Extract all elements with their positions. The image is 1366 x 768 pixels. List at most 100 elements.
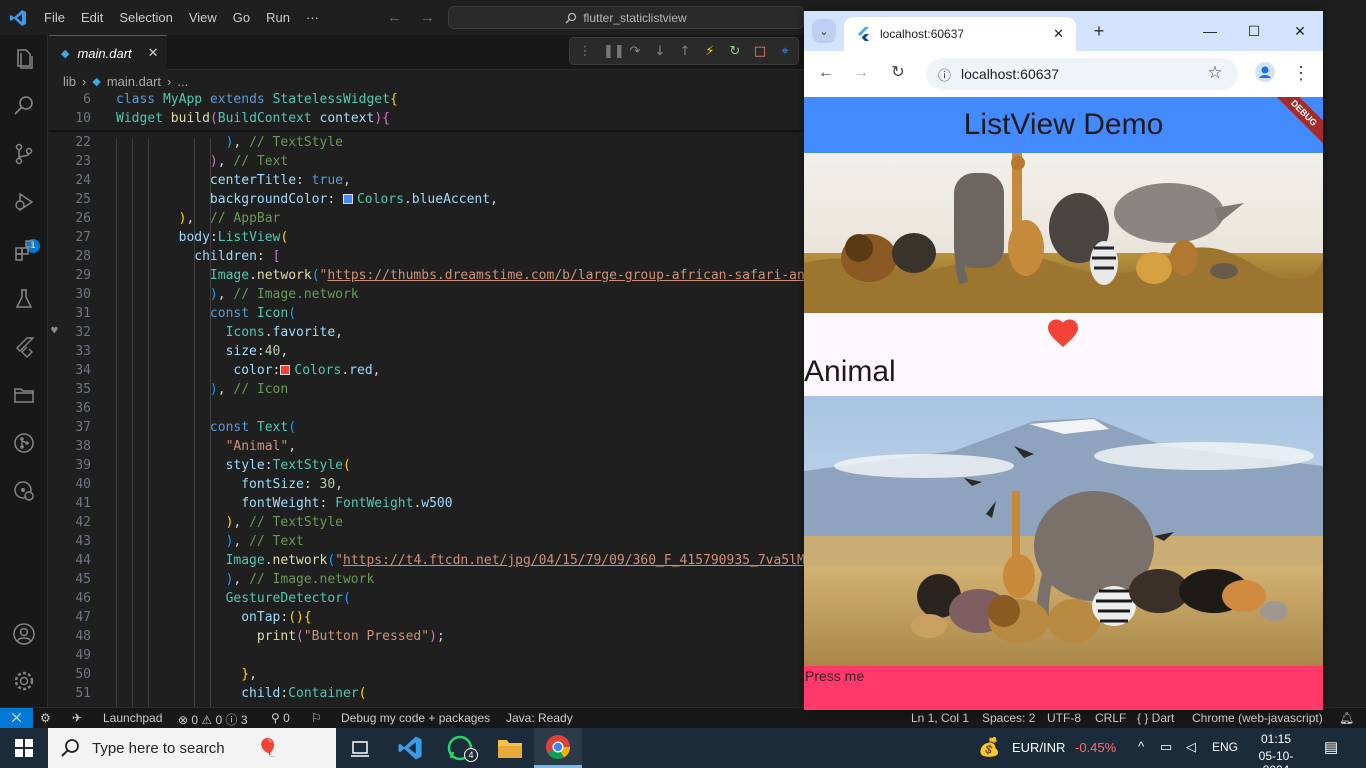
breadcrumb-file[interactable]: main.dart xyxy=(107,74,161,89)
code-line[interactable]: 50 }, xyxy=(49,665,804,684)
step-into-icon[interactable]: ↓ xyxy=(653,44,667,59)
bookmark-star-icon[interactable]: ☆ xyxy=(1204,62,1226,84)
chrome-menu-icon[interactable]: ⋮ xyxy=(1290,62,1312,84)
code-line[interactable]: 40 fontSize: 30, xyxy=(49,475,804,494)
code-line[interactable]: 41 fontWeight: FontWeight.w500 xyxy=(49,494,804,513)
code-line[interactable]: 27 body:ListView( xyxy=(49,228,804,247)
clock-date[interactable]: 05-10-2024 xyxy=(1247,749,1305,768)
currency-pair[interactable]: EUR/INR xyxy=(1012,740,1065,755)
vscode-taskbar-icon[interactable] xyxy=(386,728,434,768)
code-line[interactable]: 33 size:40, xyxy=(49,342,804,361)
close-tab-icon[interactable]: ✕ xyxy=(1053,26,1064,42)
code-line[interactable]: 29 Image.network("https://thumbs.dreamst… xyxy=(49,266,812,285)
language-mode[interactable]: { } Dart xyxy=(1137,711,1174,725)
account-icon[interactable] xyxy=(10,620,38,648)
address-bar[interactable]: ⓘ localhost:60637 xyxy=(926,58,1238,90)
git-graph-icon[interactable] xyxy=(10,429,38,457)
clock-time[interactable]: 01:15 xyxy=(1250,732,1302,746)
code-line[interactable]: 39 style:TextStyle( xyxy=(49,456,804,475)
code-line[interactable]: 51 child:Container( xyxy=(49,684,804,703)
press-me-button[interactable]: Press me xyxy=(804,666,1323,710)
menu-file[interactable]: File xyxy=(36,0,73,35)
chrome-taskbar-icon[interactable] xyxy=(534,728,582,768)
menu-run[interactable]: Run xyxy=(258,0,298,35)
tab-search-icon[interactable]: ⌄ xyxy=(812,19,836,43)
code-line[interactable]: 24 centerTitle: true, xyxy=(49,171,804,190)
code-line[interactable]: 38 "Animal", xyxy=(49,437,804,456)
code-line[interactable]: 30 ), // Image.network xyxy=(49,285,804,304)
encoding[interactable]: UTF-8 xyxy=(1047,711,1081,725)
reload-icon[interactable]: ↻ xyxy=(887,62,909,84)
menu-more[interactable]: ··· xyxy=(298,0,327,35)
file-explorer-taskbar-icon[interactable] xyxy=(486,728,534,768)
menu-view[interactable]: View xyxy=(181,0,225,35)
code-line[interactable]: 47 onTap:(){ xyxy=(49,608,804,627)
whatsapp-taskbar-icon[interactable]: 4 xyxy=(436,728,484,768)
network-icon[interactable]: ▭ xyxy=(1160,739,1172,755)
step-over-icon[interactable]: ↷ xyxy=(628,44,642,59)
code-line[interactable]: 42 ), // TextStyle xyxy=(49,513,804,532)
editor-minimap[interactable] xyxy=(1323,35,1366,707)
problems-counter[interactable]: ⊗ 0 ⚠ 0 ⓘ 3 xyxy=(178,711,248,728)
menu-edit[interactable]: Edit xyxy=(73,0,111,35)
code-line[interactable]: 44 Image.network("https://t4.ftcdn.net/j… xyxy=(49,551,820,570)
code-line[interactable]: 37 const Text( xyxy=(49,418,804,437)
taskbar-search-box[interactable]: Type here to search 🎈 xyxy=(48,728,336,768)
menu-go[interactable]: Go xyxy=(225,0,258,35)
source-control-icon[interactable] xyxy=(10,140,38,168)
step-out-icon[interactable]: ↑ xyxy=(678,44,692,59)
code-line[interactable]: 28 children: [ xyxy=(49,247,804,266)
cursor-position[interactable]: Ln 1, Col 1 xyxy=(911,711,969,725)
breadcrumb-lib[interactable]: lib xyxy=(63,74,76,89)
hot-reload-icon[interactable]: ⚡ xyxy=(703,44,717,59)
stop-icon[interactable]: □ xyxy=(753,44,767,59)
pause-icon[interactable]: ❚❚ xyxy=(603,44,625,59)
chrome-tab[interactable]: localhost:60637 ✕ xyxy=(844,17,1076,51)
java-status[interactable]: Java: Ready xyxy=(506,711,573,725)
search-sidebar-icon[interactable] xyxy=(10,92,38,120)
run-debug-icon[interactable] xyxy=(10,188,38,216)
code-line[interactable]: 25 backgroundColor: Colors.blueAccent, xyxy=(49,190,804,209)
sticky-scroll-line[interactable]: 10 Widget build(BuildContext context){ xyxy=(49,111,804,130)
minimize-icon[interactable]: — xyxy=(1198,19,1222,43)
remote-indicator-icon[interactable]: ⨉ xyxy=(0,708,33,729)
code-line[interactable]: 35 ), // Icon xyxy=(49,380,804,399)
show-hidden-icons-icon[interactable]: ^ xyxy=(1138,739,1144,754)
drag-handle-icon[interactable]: ⋮ xyxy=(578,44,592,59)
sync-icon[interactable]: ⚙ xyxy=(40,711,51,725)
code-line[interactable]: 31 const Icon( xyxy=(49,304,804,323)
maximize-icon[interactable]: ☐ xyxy=(1242,19,1266,43)
folder-icon[interactable] xyxy=(10,381,38,409)
line-ending[interactable]: CRLF xyxy=(1095,711,1126,725)
close-window-icon[interactable]: ✕ xyxy=(1288,19,1312,43)
code-line[interactable]: 45 ), // Image.network xyxy=(49,570,804,589)
code-line[interactable]: 23 ), // Text xyxy=(49,152,804,171)
testing-flask-icon[interactable] xyxy=(10,285,38,313)
volume-icon[interactable]: ◁ xyxy=(1186,739,1196,755)
windows-start-icon[interactable] xyxy=(0,728,48,768)
tab-main-dart[interactable]: ◆ main.dart ✕ xyxy=(49,35,167,70)
breadcrumb-symbol[interactable]: ... xyxy=(177,74,188,89)
site-info-icon[interactable]: ⓘ xyxy=(938,65,951,84)
input-language[interactable]: ENG xyxy=(1212,740,1238,754)
task-view-icon[interactable] xyxy=(336,728,384,768)
restart-icon[interactable]: ↻ xyxy=(728,44,742,59)
code-line[interactable]: 48 print("Button Pressed"); xyxy=(49,627,804,646)
notifications-bell-icon[interactable]: 🔔︎ xyxy=(1339,711,1354,725)
launchpad-label[interactable]: Launchpad xyxy=(103,711,162,725)
back-arrow-icon[interactable]: ← xyxy=(387,9,402,26)
profile-icon[interactable] xyxy=(1254,62,1276,84)
code-line[interactable]: 36 xyxy=(49,399,804,418)
forward-arrow-icon[interactable]: → xyxy=(420,9,435,26)
devtools-icon[interactable]: ⌖ xyxy=(778,44,792,59)
back-icon[interactable]: ← xyxy=(815,62,837,84)
notification-center-icon[interactable]: ▤ xyxy=(1324,738,1338,756)
code-line[interactable]: 22 ), // TextStyle xyxy=(49,133,804,152)
extensions-icon[interactable] xyxy=(10,236,38,264)
code-line[interactable]: 43 ), // Text xyxy=(49,532,804,551)
flutter-icon[interactable] xyxy=(10,333,38,361)
currency-widget-icon[interactable]: 💰 xyxy=(978,737,1000,758)
code-line[interactable]: 26 ), // AppBar xyxy=(49,209,804,228)
sticky-scroll-line[interactable]: 6 class MyApp extends StatelessWidget{ xyxy=(49,92,804,111)
code-editor[interactable]: 6 class MyApp extends StatelessWidget{10 … xyxy=(49,92,820,707)
